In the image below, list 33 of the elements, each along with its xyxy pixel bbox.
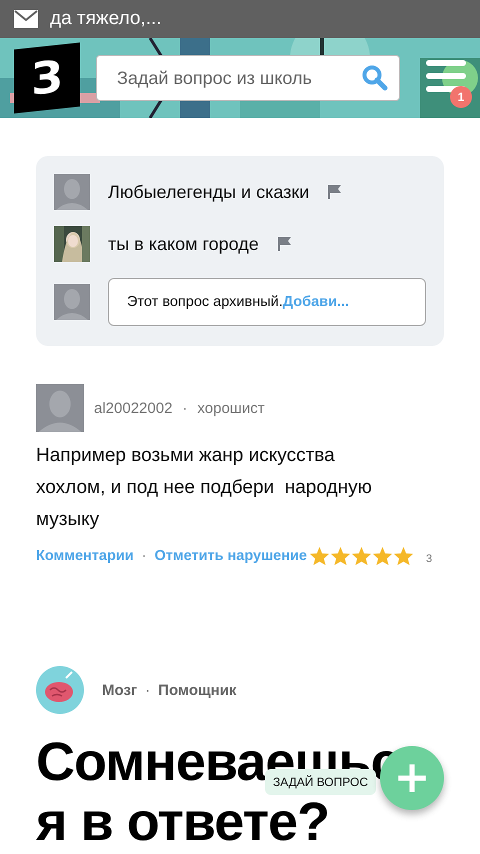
separator: · [182,400,188,416]
avatar-icon [36,384,84,432]
comment-text: Любыелегенды и сказки [108,182,310,202]
user-rank: хорошист [197,400,265,416]
mail-icon [14,10,38,28]
avatar-icon [54,284,90,320]
separator: · [145,682,150,698]
logo[interactable]: З [14,42,80,114]
separator: · [142,548,146,564]
menu-icon[interactable] [426,60,466,92]
user-name[interactable]: al20022002 [94,400,172,416]
flag-icon[interactable] [327,184,344,200]
star-icon[interactable] [350,546,372,566]
action-link[interactable]: Комментарии [36,548,134,564]
star-icon[interactable] [330,546,351,566]
search-field[interactable]: Задай вопрос из школь [96,55,400,101]
avatar-icon [54,174,90,210]
star-icon[interactable] [308,546,330,566]
helper-name: Мозг [102,682,138,698]
star-icon[interactable] [392,546,414,566]
helper-role: Помощник [158,682,236,698]
rating-count: 3 [426,553,432,565]
comment-text: ты в каком городе [108,234,259,254]
answer-text: Например возьми жанр искусства хохлом, и под нее подбери народную музыку [36,444,373,532]
notification-text: да тяжело,... [50,8,162,30]
action-link[interactable]: Отметить нарушение [154,548,307,564]
archive-notice: Этот вопрос архивный.Добави... [108,278,426,326]
brain-icon [36,666,84,714]
search-icon[interactable] [362,65,388,91]
flag-icon[interactable] [276,236,293,252]
add-link[interactable]: Добави... [282,294,350,310]
heading: я в ответе? [36,792,330,852]
star-icon[interactable] [372,546,393,566]
